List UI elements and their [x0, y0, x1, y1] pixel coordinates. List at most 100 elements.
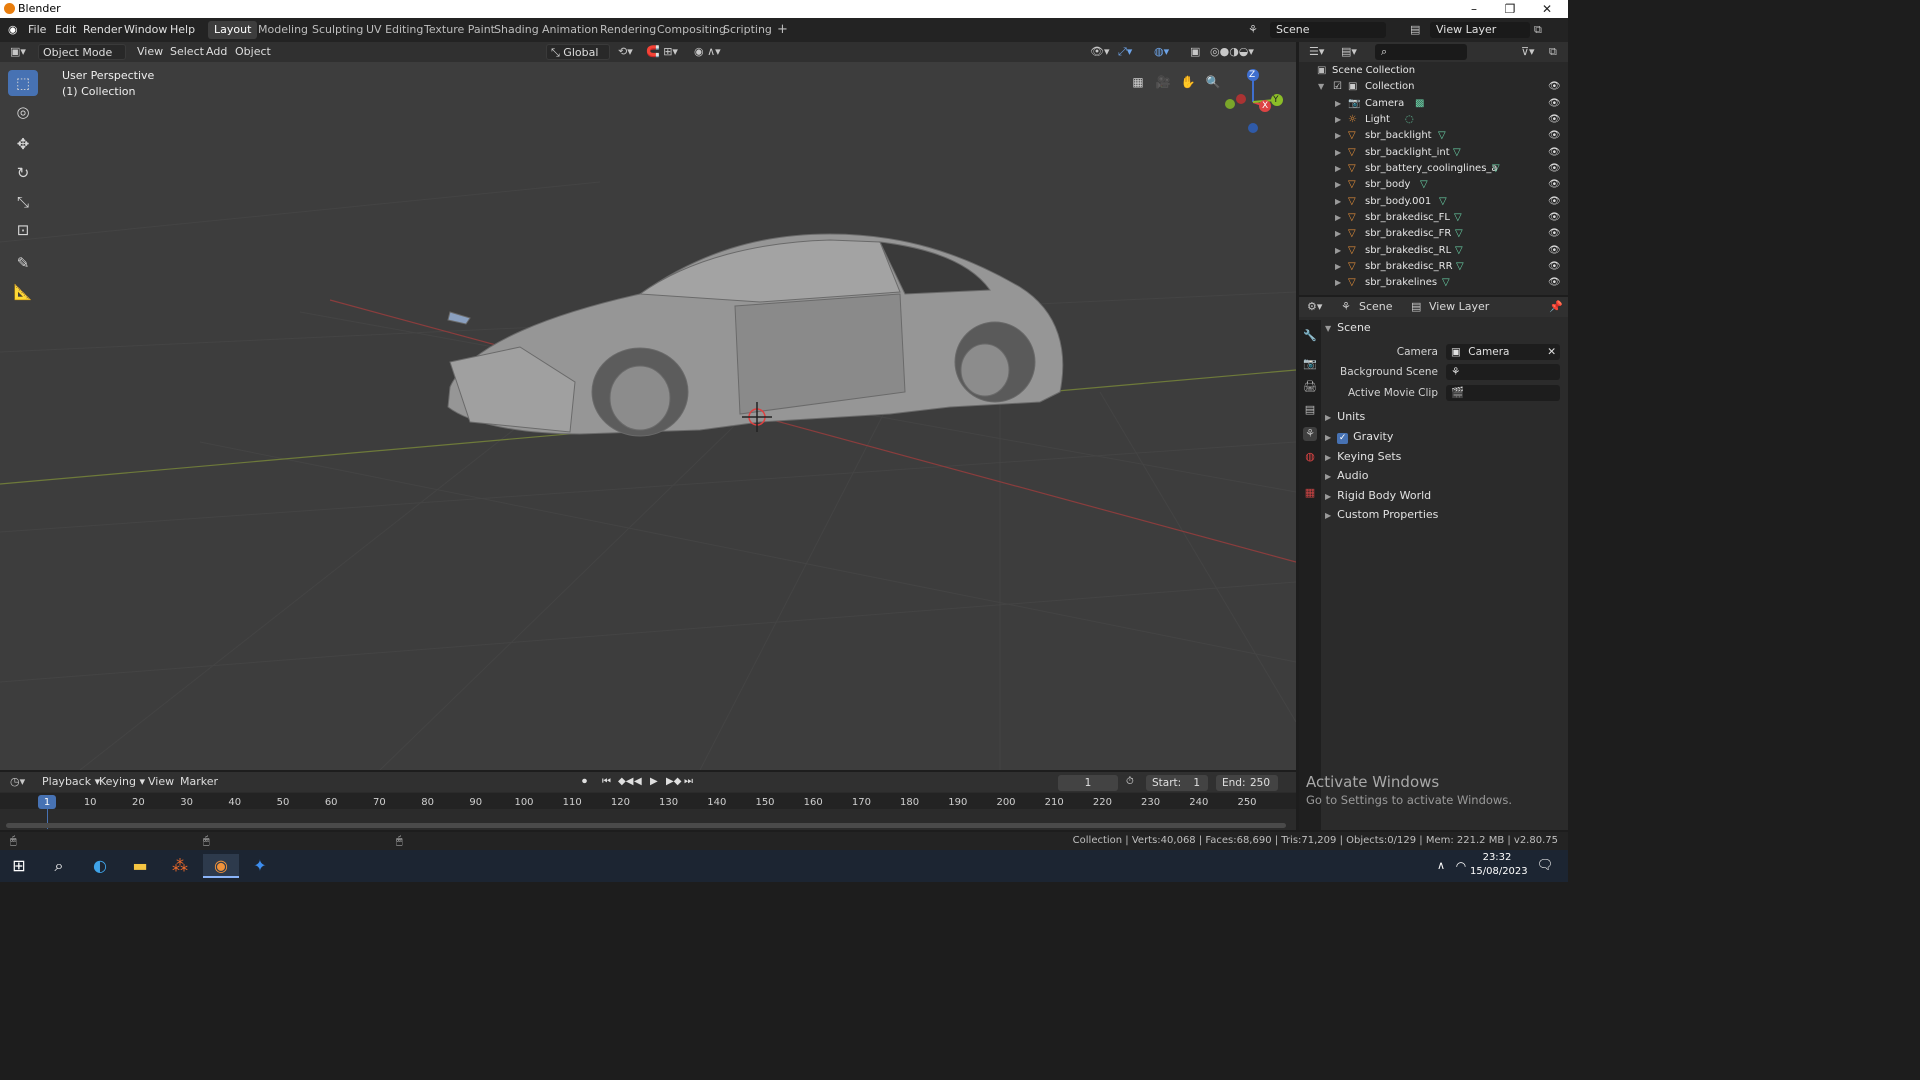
expand-triangle-icon[interactable]: ▶: [1325, 511, 1331, 520]
clear-camera-icon[interactable]: ✕: [1547, 344, 1556, 360]
rigid-body-world-panel[interactable]: ▶ Rigid Body World: [1325, 487, 1565, 505]
checkbox-icon[interactable]: ☑: [1333, 79, 1342, 95]
eye-icon[interactable]: 👁: [1548, 275, 1561, 291]
proportional-edit-icon[interactable]: ◉ ∧▾: [694, 45, 721, 59]
collapse-triangle-icon[interactable]: ▼: [1318, 79, 1324, 95]
cursor-tool-icon[interactable]: ◎: [8, 99, 38, 125]
view-layer-tab-icon[interactable]: ▤: [1303, 403, 1317, 417]
display-mode-icon[interactable]: ▤▾: [1341, 45, 1357, 59]
jump-end-icon[interactable]: ⏭: [684, 776, 693, 787]
select-box-tool-icon[interactable]: ⬚: [8, 70, 38, 96]
outliner-scene-collection[interactable]: ▣ Scene Collection: [1299, 63, 1568, 79]
annotate-tool-icon[interactable]: ✎: [8, 250, 38, 276]
blender-menu-icon[interactable]: ◉: [8, 23, 18, 37]
custom-properties-panel[interactable]: ▶ Custom Properties: [1325, 506, 1565, 524]
world-tab-icon[interactable]: ◍: [1303, 450, 1317, 464]
expand-triangle-icon[interactable]: ▶: [1325, 433, 1331, 442]
camera-field[interactable]: ▣ Camera ✕: [1446, 344, 1560, 360]
editor-type-icon[interactable]: ▣▾: [10, 45, 26, 59]
jump-start-icon[interactable]: ⏮: [602, 776, 611, 787]
clock-time[interactable]: 23:32: [1474, 852, 1520, 863]
gravity-checkbox[interactable]: ✓: [1337, 433, 1349, 444]
render-tab-icon[interactable]: 📷: [1303, 357, 1317, 371]
eye-icon[interactable]: 👁: [1548, 79, 1561, 95]
expand-triangle-icon[interactable]: ▶: [1325, 413, 1331, 422]
outliner-item[interactable]: ▶ ☼ Light ◌ 👁: [1299, 112, 1568, 128]
new-collection-icon[interactable]: ⧉: [1549, 45, 1557, 59]
zoom-icon[interactable]: 🔍: [1204, 73, 1222, 91]
rotate-tool-icon[interactable]: ↻: [8, 160, 38, 186]
end-frame-field[interactable]: End: 250: [1216, 775, 1278, 791]
camera-view-icon[interactable]: 🎥: [1154, 73, 1172, 91]
scale-tool-icon[interactable]: ⤡: [8, 189, 38, 215]
outliner-item[interactable]: ▶ ▽ sbr_brakelines ▽ 👁: [1299, 275, 1568, 291]
transform-tool-icon[interactable]: ⊡: [8, 217, 38, 243]
menu-object[interactable]: Object: [231, 44, 275, 60]
measure-tool-icon[interactable]: 📐: [8, 279, 38, 305]
menu-keying[interactable]: Keying ▾: [95, 774, 149, 790]
close-window-button[interactable]: ✕: [1529, 0, 1565, 18]
outliner-item[interactable]: ▶ 📷 Camera ▩ 👁: [1299, 96, 1568, 112]
orientation-dropdown[interactable]: ⤡ Global ▾: [546, 44, 610, 75]
new-view-layer-icon[interactable]: ⧉: [1534, 23, 1542, 37]
play-reverse-icon[interactable]: ◀: [634, 776, 642, 787]
clock-date[interactable]: 15/08/2023: [1470, 866, 1528, 877]
3d-viewport[interactable]: [0, 62, 1296, 770]
scene-section-header[interactable]: ▼ Scene: [1325, 319, 1565, 337]
scene-tab-icon[interactable]: ⚘: [1303, 427, 1317, 441]
auto-keying-icon[interactable]: ⏱: [1126, 776, 1134, 787]
outliner-item[interactable]: ▶ ▽ sbr_body.001 ▽ 👁: [1299, 194, 1568, 210]
eye-icon[interactable]: 👁: [1548, 128, 1561, 144]
grid-icon[interactable]: ▦: [1129, 73, 1147, 91]
menu-marker[interactable]: Marker: [176, 774, 222, 790]
move-tool-icon[interactable]: ✥: [8, 131, 38, 157]
outliner-item[interactable]: ▶ ▽ sbr_backlight ▽ 👁: [1299, 128, 1568, 144]
audio-panel[interactable]: ▶ Audio: [1325, 467, 1565, 485]
outliner-item[interactable]: ▶ ▽ sbr_brakedisc_RL ▽ 👁: [1299, 243, 1568, 259]
shading-modes-icon[interactable]: ◎●◑◒▾: [1210, 45, 1254, 59]
pivot-icon[interactable]: ⟲▾: [618, 45, 633, 59]
expand-triangle-icon[interactable]: ▶: [1325, 492, 1331, 501]
outliner-item[interactable]: ▶ ▽ sbr_battery_coolinglines_a ▽ 👁: [1299, 161, 1568, 177]
menu-view[interactable]: View: [133, 44, 167, 60]
record-icon[interactable]: ⏺: [582, 776, 587, 787]
pan-hand-icon[interactable]: ✋: [1179, 73, 1197, 91]
tab-modeling[interactable]: Modeling: [252, 21, 314, 39]
mode-dropdown[interactable]: Object Mode ▾: [38, 44, 126, 75]
eye-icon[interactable]: 👁: [1548, 96, 1561, 112]
menu-add[interactable]: Add: [202, 44, 231, 60]
properties-editor-type-icon[interactable]: ⚙▾: [1307, 300, 1322, 314]
eye-icon[interactable]: 👁: [1548, 194, 1561, 210]
overlay-toggle-icon[interactable]: ◍▾: [1154, 45, 1169, 59]
outliner-collection[interactable]: ▼ ☑ ▣ Collection 👁: [1299, 79, 1568, 95]
xray-icon[interactable]: ▣: [1190, 45, 1200, 59]
outliner-item[interactable]: ▶ ▽ sbr_brakedisc_RR ▽ 👁: [1299, 259, 1568, 275]
maximize-button[interactable]: ❐: [1492, 0, 1528, 18]
minimize-button[interactable]: –: [1456, 0, 1492, 18]
app-blue-icon[interactable]: ✦: [247, 854, 273, 878]
notification-icon[interactable]: 🗨: [1532, 854, 1558, 878]
outliner-item[interactable]: ▶ ▽ sbr_body ▽ 👁: [1299, 177, 1568, 193]
visibility-icon[interactable]: 👁▾: [1090, 45, 1110, 59]
menu-edit[interactable]: Edit: [55, 23, 76, 36]
edge-browser-icon[interactable]: ◐: [87, 854, 113, 878]
tab-scripting[interactable]: Scripting: [717, 21, 778, 39]
windows-start-icon[interactable]: ⊞: [6, 854, 32, 878]
scene-selector[interactable]: Scene: [1270, 22, 1386, 38]
eye-icon[interactable]: 👁: [1548, 226, 1561, 242]
add-workspace-button[interactable]: +: [771, 21, 794, 39]
eye-icon[interactable]: 👁: [1548, 177, 1561, 193]
outliner-editor-type-icon[interactable]: ☰▾: [1309, 45, 1324, 59]
play-icon[interactable]: ▶: [650, 776, 658, 787]
menu-render[interactable]: Render: [83, 23, 122, 36]
eye-icon[interactable]: 👁: [1548, 259, 1561, 275]
menu-window[interactable]: Window: [124, 23, 167, 36]
current-frame-field[interactable]: 1: [1058, 775, 1118, 791]
outliner-search-input[interactable]: ⌕: [1375, 44, 1467, 60]
file-explorer-icon[interactable]: ▬: [127, 854, 153, 878]
menu-file[interactable]: File: [28, 23, 46, 36]
search-icon[interactable]: ⌕: [46, 854, 72, 878]
next-keyframe-icon[interactable]: ▶◆: [666, 776, 681, 787]
filter-icon[interactable]: ⊽▾: [1521, 45, 1535, 59]
snap-icon[interactable]: 🧲 ⊞▾: [646, 45, 678, 59]
